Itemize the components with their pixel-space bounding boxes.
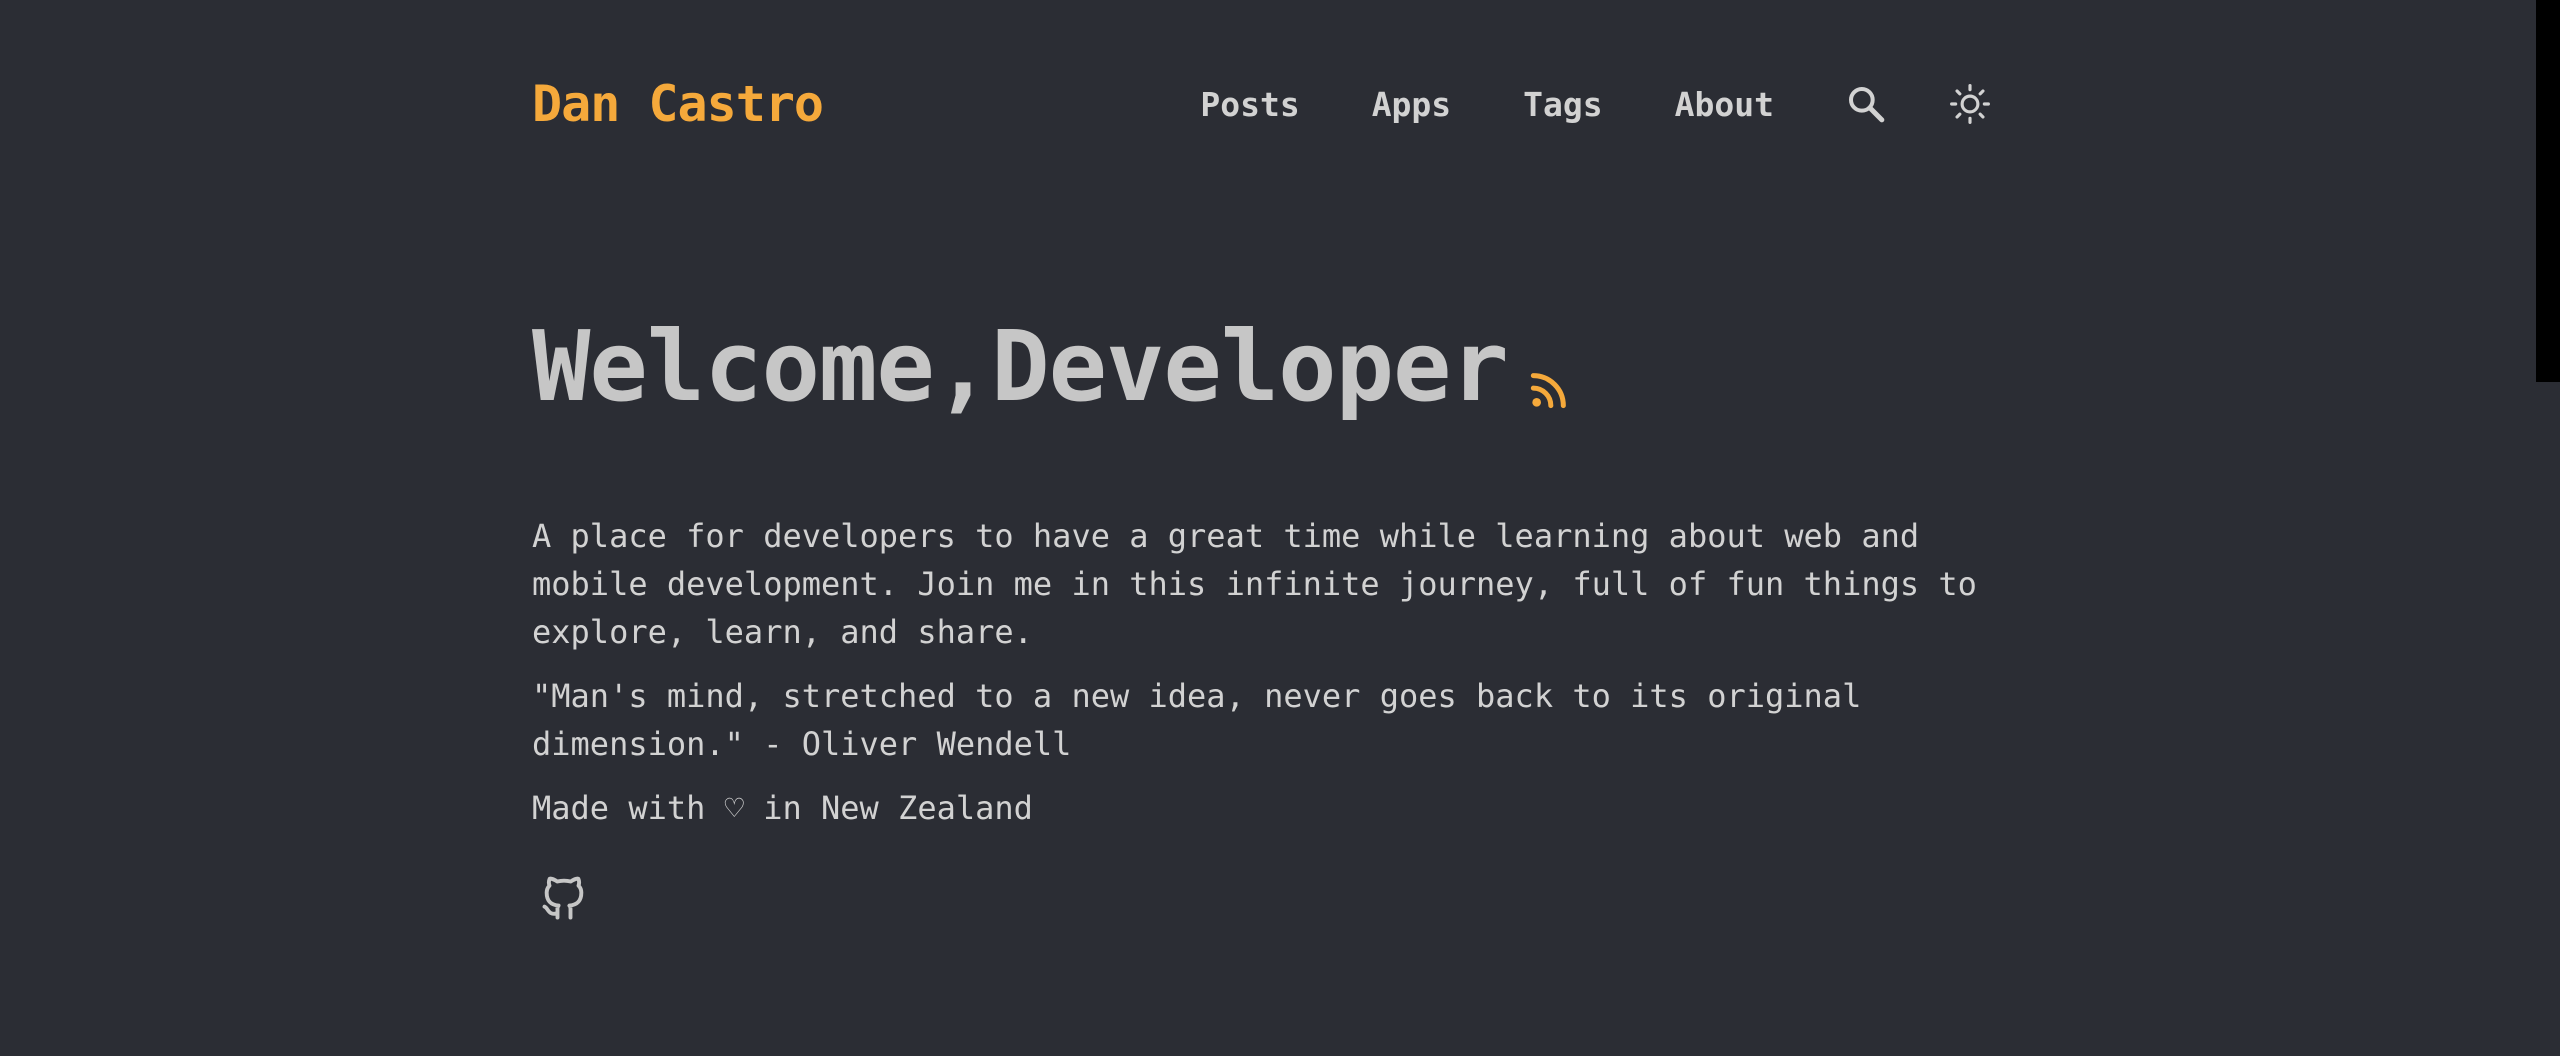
intro-text: A place for developers to have a great t… <box>532 517 1977 651</box>
nav-posts[interactable]: Posts <box>1200 85 1299 124</box>
search-button[interactable] <box>1844 82 1888 126</box>
main-nav: Posts Apps Tags About <box>1200 82 1992 126</box>
intro-content: A place for developers to have a great t… <box>532 512 2002 848</box>
nav-about[interactable]: About <box>1675 85 1774 124</box>
search-icon <box>1849 87 1885 123</box>
rss-link[interactable] <box>1530 369 1570 409</box>
rss-icon <box>1530 373 1566 409</box>
site-header: Dan Castro Posts Apps Tags About <box>532 62 1992 146</box>
hero: Welcome,Developer <box>532 318 1570 415</box>
nav-apps[interactable]: Apps <box>1372 85 1451 124</box>
github-link[interactable] <box>538 872 590 924</box>
site-logo[interactable]: Dan Castro <box>532 75 824 133</box>
page-title: Welcome,Developer <box>532 310 1509 423</box>
page: Dan Castro Posts Apps Tags About Welcome… <box>0 0 2560 1056</box>
sun-icon <box>1950 84 1990 124</box>
theme-toggle-button[interactable] <box>1948 82 1992 126</box>
quote-text: "Man's mind, stretched to a new idea, ne… <box>532 677 1862 763</box>
nav-tags[interactable]: Tags <box>1523 85 1602 124</box>
scrollbar[interactable] <box>2536 0 2560 382</box>
github-icon <box>542 876 584 920</box>
made-with-text: Made with ♡ in New Zealand <box>532 789 1033 827</box>
